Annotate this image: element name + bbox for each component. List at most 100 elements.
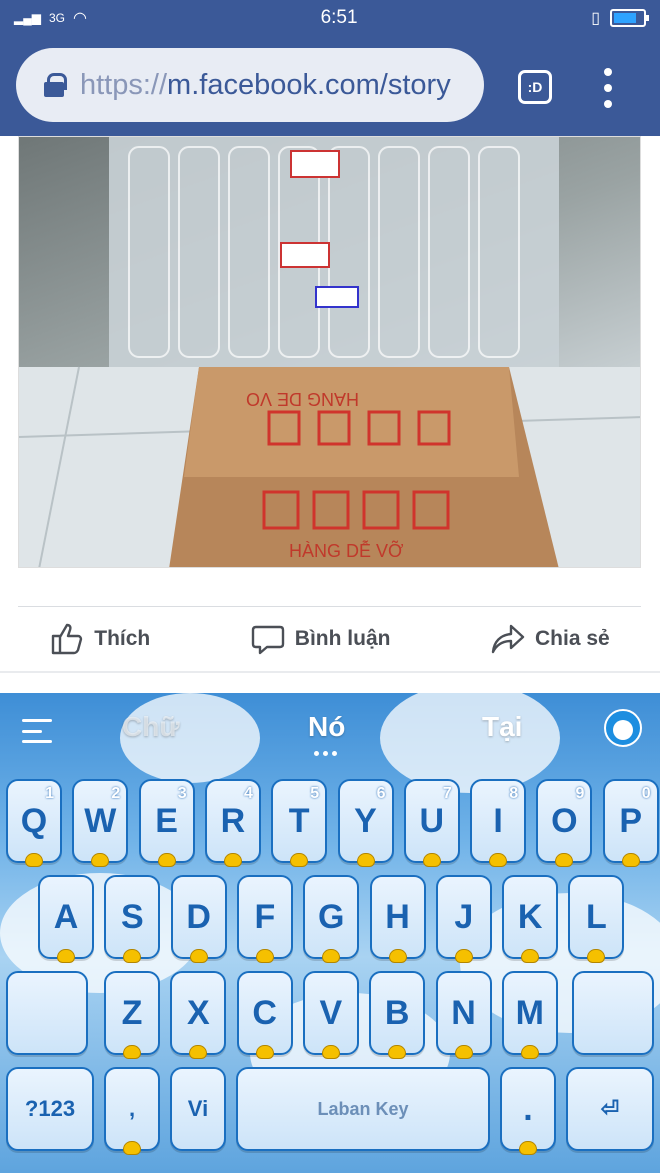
- key-z[interactable]: Z: [104, 971, 160, 1059]
- key-l[interactable]: L: [568, 875, 625, 963]
- key-y[interactable]: Y6: [337, 779, 394, 867]
- key-q-number-hint: 1: [45, 785, 54, 802]
- key-q[interactable]: Q1: [6, 779, 62, 867]
- key-u[interactable]: U7: [403, 779, 460, 867]
- key-a-label: A: [53, 897, 79, 936]
- bell-icon: [587, 949, 606, 963]
- key-e[interactable]: E3: [138, 779, 195, 867]
- key-d[interactable]: D: [170, 875, 227, 963]
- key-m[interactable]: M: [501, 971, 558, 1059]
- suggestion-1[interactable]: Chữ: [122, 711, 180, 743]
- vibrate-icon: ▯: [591, 10, 600, 27]
- key-x[interactable]: X: [170, 971, 227, 1059]
- keyboard-menu-icon[interactable]: [22, 719, 52, 743]
- comment-icon: [251, 625, 284, 655]
- bell-icon: [321, 1045, 340, 1059]
- bell-icon: [189, 1045, 208, 1059]
- bell-icon: [255, 949, 274, 963]
- key-b[interactable]: B: [369, 971, 426, 1059]
- key-h-label: H: [385, 897, 410, 936]
- bell-icon: [322, 949, 341, 963]
- language-key[interactable]: Vi: [170, 1067, 226, 1151]
- more-suggestions-icon[interactable]: [314, 751, 337, 756]
- share-button[interactable]: Chia sẻ: [491, 622, 610, 656]
- key-f[interactable]: F: [236, 875, 293, 963]
- key-y-number-hint: 6: [376, 785, 386, 802]
- bell-icon: [621, 853, 640, 867]
- key-w-number-hint: 2: [111, 785, 121, 802]
- lollipop-emoji-key[interactable]: [572, 971, 654, 1055]
- key-i[interactable]: I8: [470, 779, 527, 867]
- key-f-label: F: [254, 897, 276, 936]
- bell-icon: [189, 949, 208, 963]
- post-content: HANG DE VO HÀNG DỄ VỠ Thích Bình luận Ch…: [0, 136, 660, 693]
- key-e-label: E: [155, 801, 178, 840]
- key-t[interactable]: T5: [271, 779, 328, 867]
- bell-icon: [388, 1045, 407, 1059]
- bell-icon: [25, 853, 43, 867]
- key-r[interactable]: R4: [204, 779, 261, 867]
- key-d-label: D: [186, 897, 211, 936]
- thumbs-up-icon: [52, 623, 83, 655]
- url-text[interactable]: https://m.facebook.com/story: [80, 69, 451, 102]
- bell-icon: [388, 949, 407, 963]
- key-n[interactable]: N: [435, 971, 492, 1059]
- key-u-label: U: [419, 801, 445, 840]
- key-j[interactable]: J: [435, 875, 492, 963]
- key-s[interactable]: S: [104, 875, 161, 963]
- bell-icon: [123, 1045, 141, 1059]
- suggestion-3[interactable]: Tại: [482, 711, 522, 743]
- key-w-label: W: [84, 801, 117, 840]
- key-k[interactable]: K: [502, 875, 559, 963]
- enter-key-label: ⏎: [600, 1096, 620, 1121]
- divider: [0, 671, 660, 673]
- key-b-label: B: [384, 993, 410, 1032]
- address-bar[interactable]: https://m.facebook.com/story: [16, 48, 484, 122]
- divider: [18, 606, 641, 607]
- svg-text:HÀNG DỄ VỠ: HÀNG DỄ VỠ: [289, 540, 404, 561]
- key-z-label: Z: [121, 993, 143, 1032]
- like-button[interactable]: Thích: [50, 622, 150, 656]
- dorayaki-emoji-key[interactable]: [6, 971, 88, 1055]
- key-v[interactable]: V: [302, 971, 359, 1059]
- bell-icon: [519, 1141, 537, 1155]
- bell-icon: [489, 853, 508, 867]
- symbols-key[interactable]: ?123: [6, 1067, 94, 1151]
- key-o-number-hint: 9: [575, 785, 585, 802]
- bell-icon: [91, 853, 110, 867]
- like-label: Thích: [94, 627, 151, 650]
- key-a[interactable]: A: [38, 875, 94, 963]
- bell-icon: [521, 949, 540, 963]
- bell-icon: [157, 853, 176, 867]
- key-o-label: O: [551, 801, 578, 840]
- space-key[interactable]: Laban Key: [236, 1067, 490, 1151]
- key-p-label: P: [619, 801, 643, 840]
- key-i-number-hint: 8: [509, 785, 519, 802]
- tab-switcher-button[interactable]: :D: [518, 70, 552, 104]
- key-r-label: R: [220, 801, 246, 840]
- key-t-label: T: [288, 801, 310, 840]
- enter-key[interactable]: ⏎: [566, 1067, 654, 1151]
- comment-button[interactable]: Bình luận: [251, 622, 391, 656]
- bell-icon: [57, 949, 75, 963]
- bell-icon: [356, 853, 375, 867]
- key-p[interactable]: P0: [602, 779, 659, 867]
- post-actions: Thích Bình luận Chia sẻ: [0, 608, 660, 670]
- key-o[interactable]: O9: [536, 779, 593, 867]
- post-photo[interactable]: HANG DE VO HÀNG DỄ VỠ: [18, 136, 641, 568]
- comma-mic-key[interactable]: ,: [104, 1067, 160, 1155]
- key-w[interactable]: W2: [72, 779, 129, 867]
- period-key[interactable]: .: [500, 1067, 556, 1155]
- comment-label: Bình luận: [294, 627, 391, 650]
- key-c[interactable]: C: [236, 971, 293, 1059]
- lock-icon: [44, 73, 67, 97]
- key-l-label: L: [586, 897, 607, 936]
- key-s-label: S: [120, 897, 144, 936]
- overflow-menu-icon[interactable]: [598, 68, 618, 108]
- doraemon-sticker-icon[interactable]: [604, 709, 642, 747]
- space-key-label: Laban Key: [317, 1098, 409, 1119]
- key-c-label: C: [252, 993, 277, 1032]
- key-g[interactable]: G: [303, 875, 360, 963]
- suggestion-2[interactable]: Nó: [308, 711, 345, 743]
- key-h[interactable]: H: [369, 875, 426, 963]
